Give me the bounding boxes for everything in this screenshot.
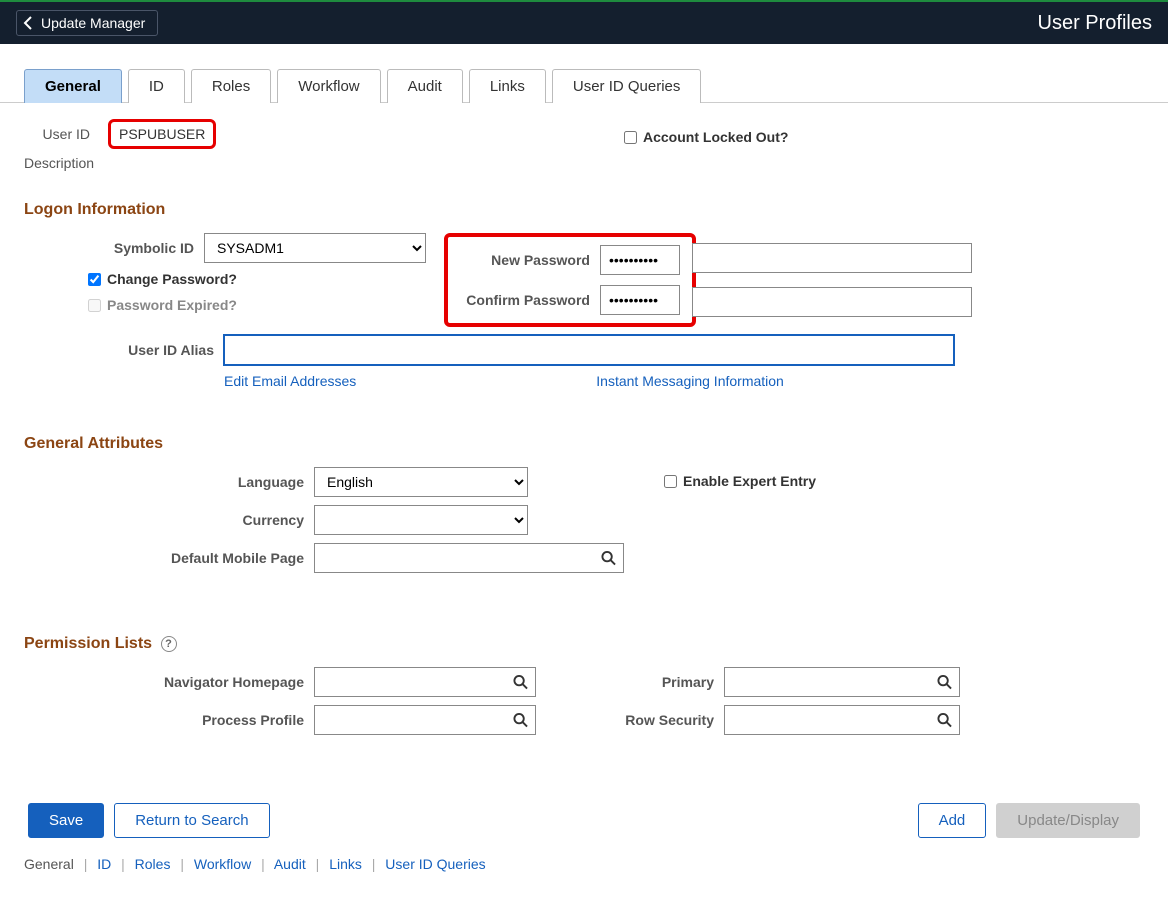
pw-expired-checkbox[interactable] xyxy=(88,299,101,312)
general-attrs-heading: General Attributes xyxy=(24,435,1144,453)
permission-heading: Permission Lists ? xyxy=(24,635,1144,653)
nav-homepage-input[interactable] xyxy=(314,667,536,697)
search-icon[interactable] xyxy=(513,675,528,690)
footer-link-links[interactable]: Links xyxy=(329,856,362,872)
account-locked-row[interactable]: Account Locked Out? xyxy=(624,129,1144,145)
search-icon[interactable] xyxy=(513,713,528,728)
primary-input[interactable] xyxy=(724,667,960,697)
user-id-value-highlight: PSPUBUSER xyxy=(108,119,216,149)
search-icon[interactable] xyxy=(937,675,952,690)
footer-link-roles[interactable]: Roles xyxy=(135,856,171,872)
currency-select[interactable] xyxy=(314,505,528,535)
save-button[interactable]: Save xyxy=(28,803,104,838)
process-profile-label: Process Profile xyxy=(24,712,314,728)
enable-expert-checkbox[interactable] xyxy=(664,475,677,488)
footer-link-workflow[interactable]: Workflow xyxy=(194,856,251,872)
help-icon[interactable]: ? xyxy=(161,636,177,652)
topbar: Update Manager User Profiles xyxy=(0,0,1168,44)
footer-link-general[interactable]: General xyxy=(24,856,74,872)
back-button-label: Update Manager xyxy=(41,15,145,31)
tab-strip: General ID Roles Workflow Audit Links Us… xyxy=(0,44,1168,103)
alias-label: User ID Alias xyxy=(24,342,224,358)
change-pw-row[interactable]: Change Password? xyxy=(88,271,237,287)
tab-workflow[interactable]: Workflow xyxy=(277,69,380,103)
edit-email-link[interactable]: Edit Email Addresses xyxy=(224,373,356,389)
user-id-value: PSPUBUSER xyxy=(119,126,205,142)
primary-label: Primary xyxy=(584,674,724,690)
search-icon[interactable] xyxy=(601,551,616,566)
symbolic-id-select[interactable]: SYSADM1 xyxy=(204,233,426,263)
default-mobile-input[interactable] xyxy=(314,543,624,573)
footer-link-id[interactable]: ID xyxy=(97,856,111,872)
search-icon[interactable] xyxy=(937,713,952,728)
change-pw-label: Change Password? xyxy=(107,271,237,287)
user-id-label: User ID xyxy=(24,126,100,142)
change-pw-checkbox[interactable] xyxy=(88,273,101,286)
password-highlight-box: New Password Confirm Password xyxy=(444,233,696,327)
row-security-input[interactable] xyxy=(724,705,960,735)
enable-expert-row[interactable]: Enable Expert Entry xyxy=(664,473,1144,489)
confirm-pw-input-ext[interactable] xyxy=(692,287,972,317)
language-label: Language xyxy=(24,474,314,490)
tab-roles[interactable]: Roles xyxy=(191,69,271,103)
im-link[interactable]: Instant Messaging Information xyxy=(596,373,784,389)
language-select[interactable]: English xyxy=(314,467,528,497)
row-security-label: Row Security xyxy=(584,712,724,728)
currency-label: Currency xyxy=(24,512,314,528)
tab-general[interactable]: General xyxy=(24,69,122,103)
description-label: Description xyxy=(24,155,124,171)
page-title: User Profiles xyxy=(1038,12,1152,35)
tab-links[interactable]: Links xyxy=(469,69,546,103)
tab-id[interactable]: ID xyxy=(128,69,185,103)
symbolic-id-label: Symbolic ID xyxy=(24,240,204,256)
footer-link-audit[interactable]: Audit xyxy=(274,856,306,872)
nav-homepage-label: Navigator Homepage xyxy=(24,674,314,690)
back-button[interactable]: Update Manager xyxy=(16,10,158,36)
pw-expired-row[interactable]: Password Expired? xyxy=(88,297,237,313)
update-display-button: Update/Display xyxy=(996,803,1140,838)
pw-expired-label: Password Expired? xyxy=(107,297,237,313)
default-mobile-label: Default Mobile Page xyxy=(24,550,314,566)
process-profile-input[interactable] xyxy=(314,705,536,735)
confirm-pw-input[interactable] xyxy=(600,285,680,315)
add-button[interactable]: Add xyxy=(918,803,987,838)
footer-links: General | ID | Roles | Workflow | Audit … xyxy=(24,856,1144,872)
tab-user-id-queries[interactable]: User ID Queries xyxy=(552,69,702,103)
enable-expert-label: Enable Expert Entry xyxy=(683,473,816,489)
new-pw-label: New Password xyxy=(460,252,600,268)
tab-audit[interactable]: Audit xyxy=(387,69,463,103)
new-pw-input-ext[interactable] xyxy=(692,243,972,273)
new-pw-input[interactable] xyxy=(600,245,680,275)
confirm-pw-label: Confirm Password xyxy=(460,292,600,308)
return-to-search-button[interactable]: Return to Search xyxy=(114,803,269,838)
footer-link-user-id-queries[interactable]: User ID Queries xyxy=(385,856,485,872)
logon-heading: Logon Information xyxy=(24,201,1144,219)
chevron-left-icon xyxy=(23,16,35,30)
alias-input[interactable] xyxy=(224,335,954,365)
account-locked-checkbox[interactable] xyxy=(624,131,637,144)
account-locked-label: Account Locked Out? xyxy=(643,129,788,145)
